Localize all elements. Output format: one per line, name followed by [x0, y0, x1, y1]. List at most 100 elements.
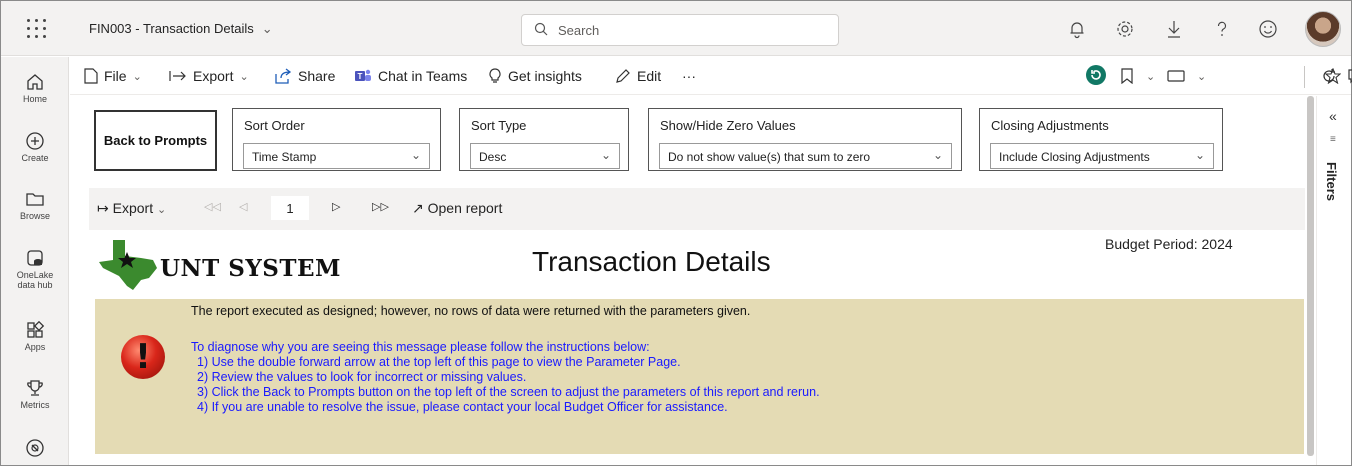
favorite-star-icon[interactable]: [1325, 68, 1341, 84]
apps-icon: [27, 320, 45, 338]
compass-icon: [26, 439, 44, 457]
chevron-down-icon: ⌄: [261, 21, 273, 36]
gear-icon[interactable]: [1114, 18, 1136, 40]
instruction-line: 2) Review the values to look for incorre…: [197, 370, 527, 384]
error-exclamation-icon: !: [121, 335, 165, 379]
open-report-button[interactable]: ↗ Open report: [412, 200, 502, 217]
no-data-message-panel: ! The report executed as designed; howev…: [95, 299, 1304, 454]
closing-adjustments-select[interactable]: Include Closing Adjustments ⌄: [990, 143, 1214, 169]
no-rows-message: The report executed as designed; however…: [191, 304, 751, 318]
nav-item-apps[interactable]: Apps: [1, 319, 69, 352]
pencil-icon: [616, 69, 630, 83]
sort-order-select[interactable]: Time Stamp ⌄: [243, 143, 430, 169]
export-label: Export: [193, 68, 234, 84]
chevron-down-icon: ⌄: [239, 70, 249, 83]
app-launcher-icon[interactable]: [27, 19, 47, 39]
budget-period: Budget Period: 2024: [1105, 236, 1233, 252]
filter-funnel-icon: ≡: [1330, 134, 1336, 145]
last-page-icon[interactable]: ▷▷: [372, 200, 389, 213]
chevron-down-icon: ⌄: [932, 148, 943, 162]
chevron-down-icon: ⌄: [1194, 148, 1205, 162]
command-bar: File ⌄ Export ⌄ Share T Chat in Teams Get …: [70, 57, 1352, 95]
more-label: ···: [682, 68, 696, 84]
open-report-label: Open report: [427, 200, 503, 216]
trophy-icon: [27, 380, 43, 396]
instruction-line: To diagnose why you are seeing this mess…: [191, 340, 650, 354]
logo-text: UNT SYSTEM: [160, 255, 341, 282]
export-menu-button[interactable]: Export ⌄: [169, 66, 249, 86]
share-button[interactable]: Share: [274, 66, 335, 86]
sort-order-label: Sort Order: [244, 118, 305, 133]
nav-label: OneLake data hub: [16, 270, 54, 290]
sort-order-value: Time Stamp: [252, 150, 317, 164]
sort-type-select[interactable]: Desc ⌄: [470, 143, 620, 169]
zero-values-prompt: Show/Hide Zero Values Do not show value(…: [648, 108, 962, 171]
sort-type-prompt: Sort Type Desc ⌄: [459, 108, 629, 171]
texas-star-logo-icon: [99, 240, 157, 290]
edit-button[interactable]: Edit: [615, 66, 661, 86]
chevron-down-icon: ⌄: [132, 70, 142, 83]
chat-in-teams-button[interactable]: T Chat in Teams: [354, 66, 467, 86]
nav-item-create[interactable]: Create: [1, 130, 69, 163]
next-page-icon[interactable]: ▷: [332, 200, 340, 213]
report-canvas: UNT SYSTEM Transaction Details Budget Pe…: [89, 230, 1305, 465]
more-options-button[interactable]: ···: [682, 66, 696, 86]
svg-text:T: T: [358, 72, 363, 81]
instruction-line: 1) Use the double forward arrow at the t…: [197, 355, 681, 369]
share-icon: [275, 68, 292, 84]
first-page-icon[interactable]: ◁◁: [204, 200, 221, 213]
closing-adjustments-label: Closing Adjustments: [991, 118, 1109, 133]
report-export-label: Export: [112, 200, 154, 216]
insights-label: Get insights: [508, 68, 582, 84]
sort-order-prompt: Sort Order Time Stamp ⌄: [232, 108, 441, 171]
user-avatar[interactable]: [1305, 11, 1341, 47]
left-nav: Home Create Browse OneLake data hub Apps…: [1, 57, 69, 465]
export-arrow-icon: ↦: [97, 200, 109, 216]
feedback-smiley-icon[interactable]: [1257, 18, 1279, 40]
nav-item-more[interactable]: [1, 437, 69, 459]
instruction-line: 4) If you are unable to resolve the issu…: [197, 400, 728, 414]
teams-icon: T: [355, 69, 371, 81]
nav-item-browse[interactable]: Browse: [1, 188, 69, 221]
filters-pane[interactable]: « ≡ Filters: [1316, 96, 1351, 465]
download-icon[interactable]: [1163, 18, 1185, 40]
folder-icon: [26, 193, 44, 206]
home-icon: [27, 74, 43, 90]
export-arrow-icon: [169, 71, 186, 81]
document-icon: [84, 68, 98, 84]
plus-circle-icon: [26, 132, 44, 150]
collapse-chevron-icon[interactable]: «: [1329, 108, 1337, 124]
nav-item-onelake[interactable]: OneLake data hub: [1, 247, 69, 290]
report-toolbar: ↦ Export ⌄ ◁◁ ◁ 1 ▷ ▷▷ ↗ Open report: [89, 188, 1305, 230]
chevron-down-icon: ⌄: [600, 148, 611, 162]
bell-icon[interactable]: [1066, 18, 1088, 40]
filters-label: Filters: [1324, 162, 1339, 202]
nav-item-metrics[interactable]: Metrics: [1, 377, 69, 410]
comment-icon[interactable]: [1348, 68, 1352, 84]
page-number-input[interactable]: 1: [271, 196, 309, 220]
get-insights-button[interactable]: Get insights: [488, 66, 582, 86]
report-export-button[interactable]: ↦ Export ⌄: [97, 200, 166, 217]
report-title: FIN003 - Transaction Details: [89, 21, 254, 36]
chevron-down-icon: ⌄: [1197, 70, 1207, 83]
help-icon[interactable]: [1211, 18, 1233, 40]
instruction-line: 3) Click the Back to Prompts button on t…: [197, 385, 820, 399]
file-menu-button[interactable]: File ⌄: [84, 66, 142, 86]
file-label: File: [104, 68, 127, 84]
zero-values-select[interactable]: Do not show value(s) that sum to zero ⌄: [659, 143, 952, 169]
zero-values-value: Do not show value(s) that sum to zero: [668, 150, 871, 164]
search-box[interactable]: Search: [521, 14, 839, 46]
chevron-down-icon: ⌄: [156, 204, 167, 216]
vertical-scrollbar[interactable]: [1307, 96, 1314, 456]
top-bar: FIN003 - Transaction Details ⌄ Search: [1, 1, 1351, 56]
closing-adjustments-prompt: Closing Adjustments Include Closing Adju…: [979, 108, 1223, 171]
bookmark-menu-button[interactable]: ⌄: [1120, 66, 1155, 86]
zero-values-label: Show/Hide Zero Values: [660, 118, 796, 133]
previous-page-icon[interactable]: ◁: [239, 200, 247, 213]
view-menu-button[interactable]: ⌄: [1167, 66, 1206, 86]
back-to-prompts-button[interactable]: Back to Prompts: [94, 110, 217, 171]
nav-item-home[interactable]: Home: [1, 71, 69, 104]
refresh-status-icon[interactable]: [1085, 64, 1107, 86]
nav-label: Metrics: [20, 400, 50, 410]
report-title-dropdown[interactable]: FIN003 - Transaction Details ⌄: [89, 21, 273, 37]
